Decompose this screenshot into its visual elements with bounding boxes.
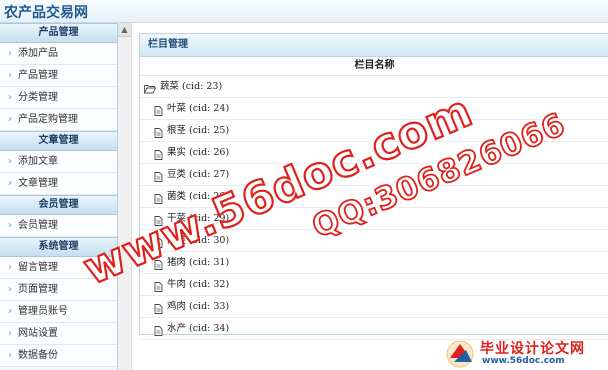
category-list: 蔬菜 (cid: 23) 叶菜 (cid: 24) 根茎 (cid: 25) 果实 (… xyxy=(140,76,608,340)
sidebar-item[interactable]: 产品管理 xyxy=(0,65,117,87)
page-icon xyxy=(154,147,163,160)
sidebar-section-header[interactable]: 系统管理 xyxy=(0,237,117,257)
sidebar-item[interactable]: 管理员账号 xyxy=(0,301,117,323)
sidebar-item[interactable]: 留言管理 xyxy=(0,257,117,279)
page-icon xyxy=(154,257,163,270)
sidebar-item[interactable]: 页面管理 xyxy=(0,279,117,301)
sidebar-item[interactable]: 文章管理 xyxy=(0,173,117,195)
sidebar-scrollbar[interactable]: ▲ xyxy=(118,23,132,370)
category-row[interactable]: 猪肉 (cid: 31) xyxy=(140,252,608,274)
page-icon xyxy=(154,235,163,248)
sidebar: 产品管理添加产品产品管理分类管理产品定购管理文章管理添加文章文章管理会员管理会员… xyxy=(0,23,118,370)
page-icon xyxy=(154,125,163,138)
sidebar-item[interactable]: 添加产品 xyxy=(0,43,117,65)
category-row[interactable]: 肉类 (cid: 30) xyxy=(140,230,608,252)
category-name: 根茎 (cid: 25) xyxy=(167,125,230,136)
page-icon xyxy=(154,103,163,116)
category-name: 果实 (cid: 26) xyxy=(167,147,230,158)
category-name: 水产 (cid: 34) xyxy=(167,323,230,334)
sidebar-item[interactable]: 网站设置 xyxy=(0,323,117,345)
category-name: 鸡肉 (cid: 33) xyxy=(167,301,230,312)
category-panel: 栏目管理 栏目名称 蔬菜 (cid: 23) 叶菜 (cid: 24) 根茎 (ci… xyxy=(139,33,608,340)
sidebar-section-header[interactable]: 文章管理 xyxy=(0,131,117,151)
category-name: 肉类 (cid: 30) xyxy=(167,235,230,246)
category-name: 干菜 (cid: 29) xyxy=(167,213,230,224)
column-header: 栏目名称 xyxy=(140,57,608,76)
page-icon xyxy=(154,279,163,292)
category-name: 猪肉 (cid: 31) xyxy=(167,257,230,268)
category-name: 菌类 (cid: 28) xyxy=(167,191,230,202)
folder-open-icon xyxy=(143,81,157,94)
page-icon xyxy=(154,323,163,336)
category-row[interactable]: 叶菜 (cid: 24) xyxy=(140,98,608,120)
category-row[interactable]: 干菜 (cid: 29) xyxy=(140,208,608,230)
category-row[interactable]: 菌类 (cid: 28) xyxy=(140,186,608,208)
category-row[interactable]: 豆类 (cid: 27) xyxy=(140,164,608,186)
page-icon xyxy=(154,213,163,226)
category-name: 蔬菜 (cid: 23) xyxy=(160,81,223,92)
sidebar-item[interactable]: 产品定购管理 xyxy=(0,109,117,131)
category-row[interactable]: 鸡肉 (cid: 33) xyxy=(140,296,608,318)
top-bar: 农产品交易网 xyxy=(0,0,608,23)
page-icon xyxy=(154,301,163,314)
brand-logo-icon xyxy=(446,340,474,368)
sidebar-item[interactable]: 会员管理 xyxy=(0,215,117,237)
category-name: 豆类 (cid: 27) xyxy=(167,169,230,180)
sidebar-item[interactable]: 添加文章 xyxy=(0,151,117,173)
category-name: 牛肉 (cid: 32) xyxy=(167,279,230,290)
category-row[interactable]: 根茎 (cid: 25) xyxy=(140,120,608,142)
category-row[interactable]: 牛肉 (cid: 32) xyxy=(140,274,608,296)
brand-url: www.56doc.com xyxy=(482,356,565,366)
sidebar-section-header[interactable]: 产品管理 xyxy=(0,23,117,43)
brand-watermark: 毕业设计论文网 www.56doc.com xyxy=(440,336,608,370)
sidebar-section-header[interactable]: 会员管理 xyxy=(0,195,117,215)
panel-title: 栏目管理 xyxy=(140,34,608,57)
scroll-up-arrow-icon[interactable]: ▲ xyxy=(118,23,131,37)
sidebar-item[interactable]: 分类管理 xyxy=(0,87,117,109)
app-title: 农产品交易网 xyxy=(4,5,88,21)
page-icon xyxy=(154,191,163,204)
category-row[interactable]: 果实 (cid: 26) xyxy=(140,142,608,164)
sidebar-item[interactable]: 数据备份 xyxy=(0,345,117,367)
page-icon xyxy=(154,169,163,182)
category-row[interactable]: 蔬菜 (cid: 23) xyxy=(140,76,608,98)
brand-title: 毕业设计论文网 xyxy=(480,341,585,357)
category-name: 叶菜 (cid: 24) xyxy=(167,103,230,114)
